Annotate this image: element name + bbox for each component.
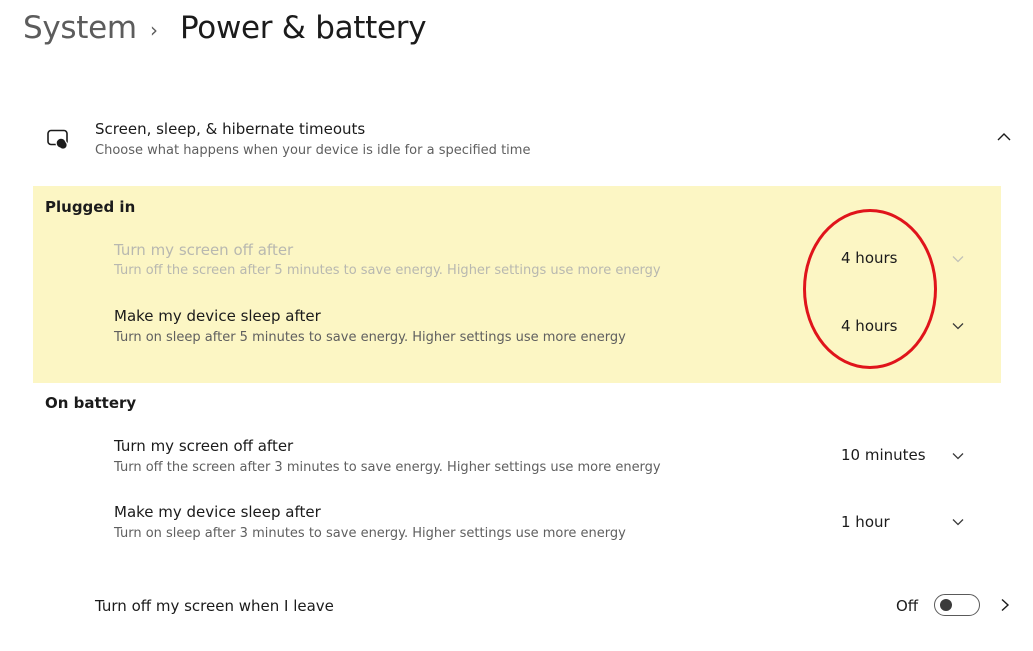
on-battery-label: On battery [45, 394, 137, 412]
battery-sleep-description: Turn on sleep after 3 minutes to save en… [114, 526, 626, 541]
plugged-sleep-title: Make my device sleep after [114, 307, 321, 325]
section-title: Screen, sleep, & hibernate timeouts [95, 120, 366, 138]
chevron-down-icon[interactable] [952, 518, 964, 526]
plugged-screen-off-description: Turn off the screen after 5 minutes to s… [114, 263, 661, 278]
chevron-down-icon[interactable] [952, 452, 964, 460]
battery-sleep-title: Make my device sleep after [114, 503, 321, 521]
section-subtitle: Choose what happens when your device is … [95, 143, 531, 158]
breadcrumb-root[interactable]: System [23, 10, 137, 46]
annotation-circle [803, 209, 937, 369]
screen-sleep-icon [47, 129, 68, 149]
leave-setting-state: Off [896, 597, 919, 615]
chevron-down-icon[interactable] [952, 255, 964, 263]
battery-screen-off-dropdown[interactable]: 10 minutes [841, 446, 926, 464]
chevron-down-icon[interactable] [952, 322, 964, 330]
page-title: Power & battery [180, 10, 427, 46]
battery-screen-off-title: Turn my screen off after [114, 437, 294, 455]
breadcrumb-separator-icon: › [150, 18, 158, 42]
plugged-sleep-description: Turn on sleep after 5 minutes to save en… [114, 330, 626, 345]
plugged-screen-off-title: Turn my screen off after [114, 241, 294, 259]
chevron-up-icon[interactable] [996, 131, 1012, 143]
battery-screen-off-description: Turn off the screen after 3 minutes to s… [114, 460, 661, 475]
plugged-in-label: Plugged in [45, 198, 136, 216]
toggle-knob [940, 599, 952, 611]
leave-setting-title: Turn off my screen when I leave [95, 597, 334, 615]
leave-setting-toggle[interactable] [934, 594, 980, 616]
chevron-right-icon[interactable] [1000, 598, 1010, 612]
battery-sleep-dropdown[interactable]: 1 hour [841, 513, 890, 531]
section-header[interactable] [33, 108, 1001, 168]
